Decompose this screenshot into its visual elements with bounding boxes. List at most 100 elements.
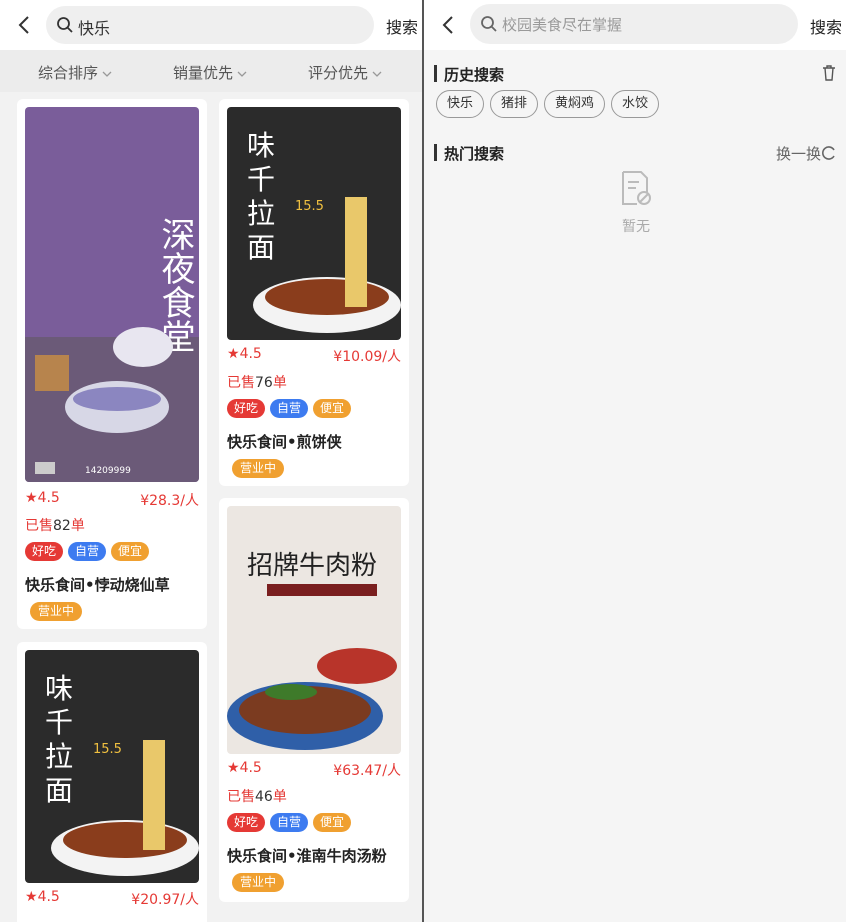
sold-number: 76	[255, 375, 273, 391]
price: ¥28.3/人	[140, 493, 199, 509]
tag-badge: 好吃	[25, 542, 64, 561]
tag-list: 好吃 自营 便宜	[227, 813, 352, 832]
search-page-pane: 校园美食尽在掌握 搜索 历史搜索 快乐 猪排 黄焖鸡 水饺 热门搜索 换一换 暂…	[424, 0, 846, 922]
results-top-bar: 快乐 搜索	[0, 0, 422, 50]
search-results-pane: 快乐 搜索 综合排序 销量优先 评分优先 深夜食堂 14209999 ★4.5 …	[0, 0, 422, 922]
rating-value: 4.5	[37, 490, 60, 506]
svg-text:招牌牛肉粉: 招牌牛肉粉	[247, 551, 377, 581]
back-icon[interactable]	[438, 14, 460, 36]
star-icon: ★	[227, 346, 240, 362]
star-icon: ★	[25, 490, 38, 506]
tag-badge: 便宜	[111, 542, 150, 561]
rating: ★4.5	[227, 760, 262, 776]
noodle-soup-poster: 味 千 拉 面 15.5	[25, 650, 199, 883]
product-title: 快乐食间•煎饼侠	[227, 433, 342, 451]
svg-text:味: 味	[247, 129, 275, 162]
product-title: 快乐食间•悖动烧仙草	[25, 576, 170, 594]
search-icon	[57, 17, 73, 33]
chevron-down-icon	[372, 71, 382, 77]
sold-count: 已售82单	[25, 515, 85, 535]
late-night-dessert-poster: 深夜食堂 14209999	[25, 107, 199, 482]
sold-prefix: 已售	[25, 518, 53, 534]
status-badge: 营业中	[232, 459, 285, 478]
history-chip[interactable]: 黄焖鸡	[544, 90, 606, 118]
app-root: 快乐 搜索 综合排序 销量优先 评分优先 深夜食堂 14209999 ★4.5 …	[0, 0, 846, 922]
tag-badge: 便宜	[313, 813, 352, 832]
sold-prefix: 已售	[227, 789, 255, 805]
noodle-soup-poster: 味 千 拉 面 15.5	[227, 107, 401, 340]
tag-badge: 自营	[270, 813, 309, 832]
trash-icon[interactable]	[820, 64, 838, 82]
sold-number: 46	[255, 789, 273, 805]
rating: ★4.5	[25, 490, 60, 506]
sold-count: 已售46单	[227, 786, 287, 806]
star-icon: ★	[227, 760, 240, 776]
tag-badge: 好吃	[227, 813, 266, 832]
svg-text:味: 味	[45, 672, 73, 705]
sort-label: 销量优先	[173, 64, 234, 82]
svg-text:面: 面	[247, 231, 275, 264]
product-card[interactable]: 味 千 拉 面 15.5 ★4.5 ¥10.09/人 已售76单 好吃 自营 便…	[219, 99, 409, 486]
sort-bar: 综合排序 销量优先 评分优先	[0, 50, 422, 92]
sort-rating[interactable]: 评分优先	[308, 62, 382, 83]
svg-text:拉: 拉	[247, 197, 275, 230]
product-card[interactable]: 招牌牛肉粉 ★4.5 ¥63.47/人 已售46单 好吃 自营 便宜 快乐食间•…	[219, 498, 409, 902]
history-chip[interactable]: 水饺	[611, 90, 660, 118]
search-input[interactable]: 校园美食尽在掌握	[470, 4, 798, 44]
sort-comprehensive[interactable]: 综合排序	[38, 62, 112, 83]
hot-title: 热门搜索	[434, 143, 504, 164]
history-chip[interactable]: 猪排	[490, 90, 539, 118]
svg-text:14209999: 14209999	[85, 466, 131, 476]
sold-unit: 单	[272, 789, 287, 805]
refresh-button[interactable]: 换一换	[776, 143, 837, 164]
svg-text:千: 千	[45, 706, 73, 739]
product-card[interactable]: 深夜食堂 14209999 ★4.5 ¥28.3/人 已售82单 好吃 自营 便…	[17, 99, 207, 629]
tag-badge: 自营	[68, 542, 107, 561]
search-button[interactable]: 搜索	[810, 14, 842, 38]
svg-text:千: 千	[247, 163, 275, 196]
tag-list: 好吃 自营 便宜	[227, 399, 352, 418]
svg-text:面: 面	[45, 774, 73, 807]
sort-label: 评分优先	[308, 64, 369, 82]
search-button[interactable]: 搜索	[386, 14, 418, 38]
product-title: 快乐食间•淮南牛肉汤粉	[227, 847, 387, 865]
empty-state-text: 暂无	[622, 219, 650, 235]
search-top-bar: 校园美食尽在掌握 搜索	[424, 0, 846, 50]
chevron-down-icon	[237, 71, 247, 77]
tag-list: 好吃 自营 便宜	[25, 542, 150, 561]
sold-number: 82	[53, 518, 71, 534]
search-icon	[481, 16, 497, 32]
status-badge: 营业中	[30, 602, 83, 621]
sold-unit: 单	[70, 518, 85, 534]
rating: ★4.5	[25, 889, 60, 905]
sort-sales[interactable]: 销量优先	[173, 62, 247, 83]
sold-unit: 单	[272, 375, 287, 391]
product-card[interactable]: 味 千 拉 面 15.5 ★4.5 ¥20.97/人	[17, 642, 207, 922]
history-chips: 快乐 猪排 黄焖鸡 水饺	[436, 90, 660, 118]
sold-prefix: 已售	[227, 375, 255, 391]
empty-document-icon	[622, 171, 651, 205]
svg-text:15.5: 15.5	[93, 742, 122, 757]
tag-badge: 自营	[270, 399, 309, 418]
beef-noodle-poster: 招牌牛肉粉	[227, 506, 401, 754]
search-query: 快乐	[78, 19, 111, 38]
sort-label: 综合排序	[38, 64, 99, 82]
back-icon[interactable]	[14, 14, 36, 36]
rating-value: 4.5	[37, 889, 60, 905]
refresh-label: 换一换	[776, 145, 822, 163]
svg-text:拉: 拉	[45, 740, 73, 773]
price: ¥10.09/人	[333, 349, 401, 365]
price: ¥63.47/人	[333, 763, 401, 779]
history-title: 历史搜索	[434, 64, 504, 85]
svg-text:15.5: 15.5	[295, 199, 324, 214]
status-badge: 营业中	[232, 873, 285, 892]
rating: ★4.5	[227, 346, 262, 362]
rating-value: 4.5	[239, 346, 262, 362]
price: ¥20.97/人	[131, 892, 199, 908]
sold-count: 已售76单	[227, 372, 287, 392]
history-chip[interactable]: 快乐	[436, 90, 485, 118]
search-placeholder: 校园美食尽在掌握	[502, 16, 623, 34]
search-input[interactable]: 快乐	[46, 6, 374, 44]
tag-badge: 好吃	[227, 399, 266, 418]
rating-value: 4.5	[239, 760, 262, 776]
